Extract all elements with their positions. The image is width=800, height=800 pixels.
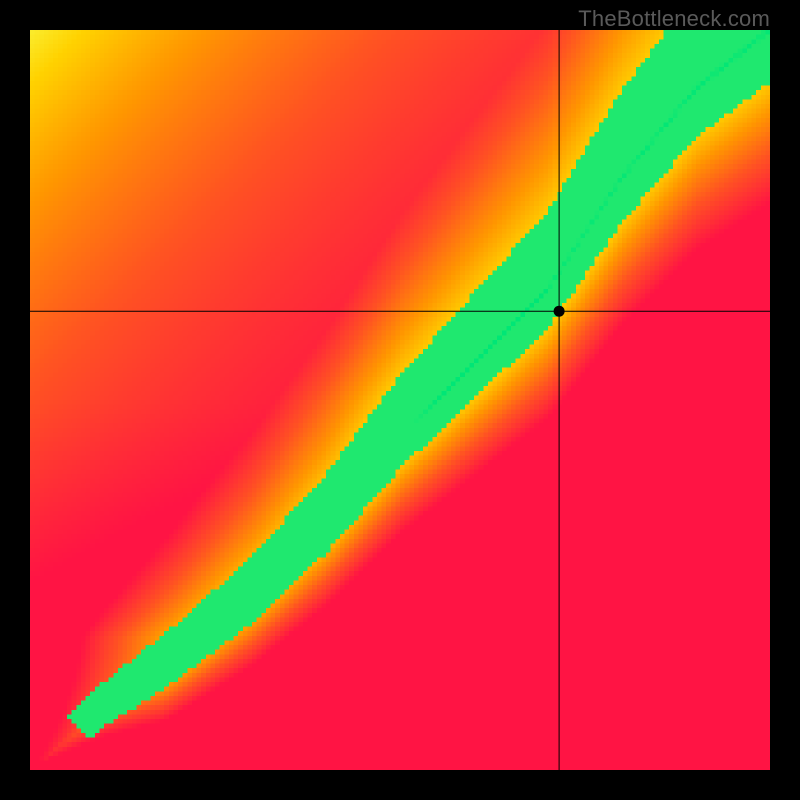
marker-dot (554, 306, 565, 317)
chart-overlay (30, 30, 770, 770)
chart-frame: TheBottleneck.com (0, 0, 800, 800)
watermark-text: TheBottleneck.com (578, 6, 770, 32)
